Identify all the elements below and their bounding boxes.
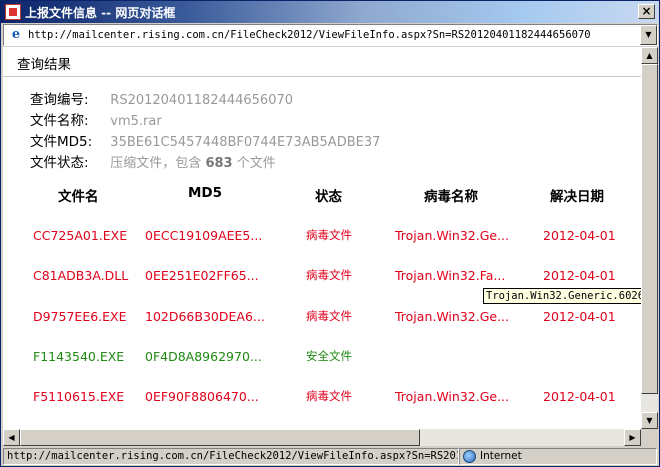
status-bar: http://mailcenter.rising.com.cn/FileChec…	[3, 447, 658, 466]
info-file-name: 文件名称: vm5.rar	[30, 109, 162, 129]
row-date: 2012-04-01	[543, 389, 616, 404]
section-title: 查询结果	[17, 57, 71, 73]
horizontal-scrollbar[interactable]: ◀ ▶	[3, 429, 641, 446]
row-filename: C81ADB3A.DLL	[33, 268, 129, 283]
row-filename: D9757EE6.EXE	[33, 309, 127, 324]
row-filename: CC725A01.EXE	[33, 228, 128, 243]
info-value: 35BE61C5457448BF0744E73AB5ADBE37	[110, 135, 381, 150]
row-status: 病毒文件	[306, 309, 352, 323]
security-zone[interactable]: Internet	[459, 448, 657, 465]
info-label: 文件MD5:	[30, 134, 93, 150]
row-md5: 102D66B30DEA6...	[145, 309, 265, 324]
info-value: 压缩文件，包含 683 个文件	[110, 156, 275, 171]
section-divider	[3, 76, 641, 77]
window-title: 上报文件信息 -- 网页对话框	[25, 5, 176, 20]
zone-label: Internet	[480, 450, 522, 462]
scrollbar-corner	[641, 429, 658, 446]
globe-icon	[463, 450, 476, 463]
row-md5: 0EF90F8806470...	[145, 389, 259, 404]
status-url: http://mailcenter.rising.com.cn/FileChec…	[3, 448, 459, 465]
info-label: 文件名称:	[30, 113, 89, 129]
status-pre: 压缩文件，包含	[110, 156, 202, 171]
address-dropdown-button[interactable]: ▼	[640, 25, 657, 45]
row-virus-name[interactable]: Trojan.Win32.Fa...	[395, 268, 505, 283]
address-url[interactable]: http://mailcenter.rising.com.cn/FileChec…	[28, 29, 591, 41]
app-icon[interactable]	[5, 4, 21, 20]
col-header-md5: MD5	[188, 185, 223, 201]
address-bar[interactable]: e http://mailcenter.rising.com.cn/FileCh…	[3, 24, 658, 46]
row-virus-name[interactable]: Trojan.Win32.Ge...	[395, 228, 509, 243]
scroll-up-button[interactable]: ▲	[641, 47, 658, 64]
dialog-window: 上报文件信息 -- 网页对话框 × e http://mailcenter.ri…	[0, 0, 660, 467]
info-query-id: 查询编号: RS20120401182444656070	[30, 88, 293, 108]
info-file-status: 文件状态: 压缩文件，包含 683 个文件	[30, 151, 276, 171]
col-header-virus: 病毒名称	[424, 189, 478, 205]
row-status: 安全文件	[306, 349, 352, 363]
col-header-date: 解决日期	[550, 189, 604, 205]
row-status: 病毒文件	[306, 268, 352, 282]
row-status: 病毒文件	[306, 389, 352, 403]
row-md5: 0EE251E02FF65...	[145, 268, 259, 283]
col-header-status: 状态	[315, 189, 342, 205]
info-label: 文件状态:	[30, 155, 89, 171]
row-date: 2012-04-01	[543, 309, 616, 324]
info-file-md5: 文件MD5: 35BE61C5457448BF0744E73AB5ADBE37	[30, 130, 380, 150]
row-virus-name[interactable]: Trojan.Win32.Ge...	[395, 309, 509, 324]
col-header-filename: 文件名	[58, 189, 99, 205]
row-virus-name[interactable]: Trojan.Win32.Ge...	[395, 389, 509, 404]
close-button[interactable]: ×	[638, 4, 655, 19]
row-filename: F5110615.EXE	[33, 389, 125, 404]
status-post: 个文件	[236, 156, 276, 171]
row-filename: F1143540.EXE	[33, 349, 125, 364]
virus-name-tooltip: Trojan.Win32.Generic.6026BE12	[483, 288, 641, 304]
row-md5: 0F4D8A8962970...	[145, 349, 262, 364]
page-content: 查询结果 查询编号: RS20120401182444656070 文件名称: …	[3, 47, 641, 429]
scroll-down-button[interactable]: ▼	[641, 412, 658, 429]
info-value: RS20120401182444656070	[110, 93, 294, 108]
info-label: 查询编号:	[30, 92, 89, 108]
vertical-scroll-thumb[interactable]	[641, 64, 658, 394]
title-bar[interactable]: 上报文件信息 -- 网页对话框 ×	[1, 1, 659, 23]
scroll-left-button[interactable]: ◀	[3, 429, 20, 446]
row-date: 2012-04-01	[543, 268, 616, 283]
ie-page-icon: e	[11, 27, 21, 42]
scroll-right-button[interactable]: ▶	[624, 429, 641, 446]
row-status: 病毒文件	[306, 228, 352, 242]
horizontal-scroll-thumb[interactable]	[20, 429, 420, 446]
row-date: 2012-04-01	[543, 228, 616, 243]
status-count: 683	[205, 156, 233, 171]
info-value: vm5.rar	[110, 114, 162, 129]
row-md5: 0ECC19109AEE5...	[145, 228, 263, 243]
vertical-scrollbar[interactable]: ▲ ▼	[641, 47, 658, 429]
